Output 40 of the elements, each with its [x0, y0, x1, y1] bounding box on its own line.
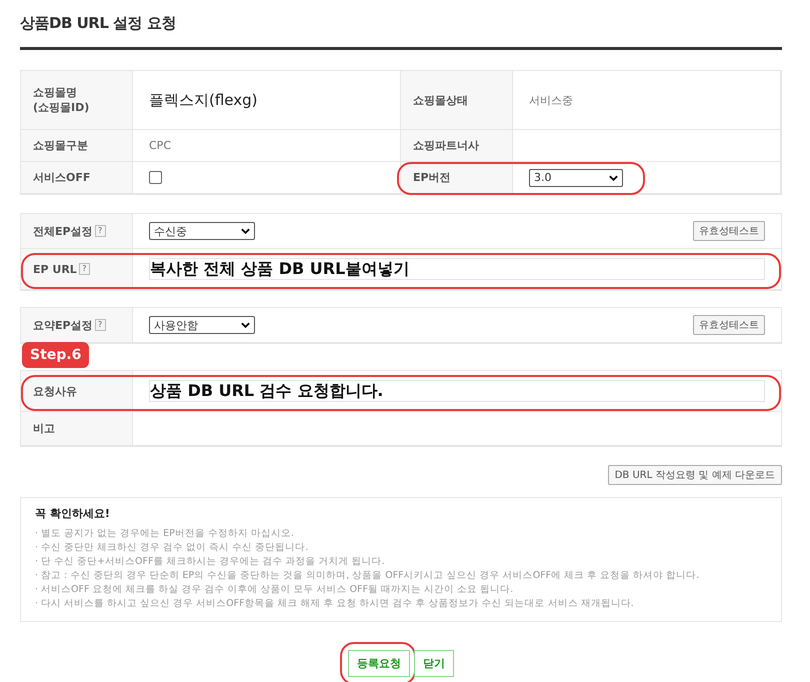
- notice-item: · 참고 : 수신 중단의 경우 단순히 EP의 수신을 중단하는 것을 의미하며, 상품을 OFF시키시고 싶으신 경우 서비스OFF에 체크 후 요청을 하셔야 합니다.: [35, 569, 700, 583]
- notice-title: 꼭 확인하세요!: [35, 506, 111, 521]
- help-button[interactable]: ?: [78, 263, 90, 275]
- version-select[interactable]: 3.0: [529, 168, 623, 186]
- field-label: 쇼핑몰상태: [401, 71, 513, 129]
- setting-select[interactable]: 사용안함: [149, 316, 255, 334]
- field-label: 요청사유: [33, 384, 77, 398]
- caret-icon: [609, 174, 618, 180]
- validity-test-button[interactable]: 유효성테스트: [693, 315, 765, 335]
- page-title: 상품DB URL 설정 요청: [20, 14, 177, 33]
- notice-item: · 수신 중단만 체크하신 경우 검수 없이 즉시 수신 중단됩니다.: [35, 541, 310, 555]
- notice-item: · 다시 서비스를 하시고 싶으신 경우 서비스OFF항목을 체크 해제 후 요청 하시면 검수 후 상품정보가 수신 되는대로 서비스 재개됩니다.: [35, 597, 635, 611]
- field-label: EP버전: [401, 162, 513, 193]
- field-label: 쇼핑몰명 (쇼핑몰ID): [21, 71, 133, 129]
- field-label: 쇼핑파트너사: [401, 130, 513, 161]
- url-input-field[interactable]: 복사한 전체 상품 DB URL붙여넣기: [149, 258, 765, 280]
- service-off-checkbox[interactable]: [149, 171, 162, 184]
- reason-input-field[interactable]: 상품 DB URL 검수 요청합니다.: [149, 380, 765, 402]
- download-guide-button[interactable]: DB URL 작성요령 및 예제 다운로드: [608, 465, 782, 485]
- field-label: 서비스OFF: [21, 162, 133, 193]
- caret-icon: [241, 228, 250, 234]
- action-button[interactable]: 등록요청: [348, 650, 410, 677]
- field-value: CPC: [149, 139, 171, 152]
- caret-icon: [241, 322, 250, 328]
- field-label: 쇼핑몰구분: [21, 130, 133, 161]
- action-button[interactable]: 닫기: [414, 650, 454, 677]
- notice-item: · 서비스OFF 요청에 체크를 하실 경우 검수 이후에 상품이 모두 서비스 OFF될 때까지는 시간이 소요 됩니다.: [35, 583, 514, 597]
- field-label: 비고: [33, 421, 55, 436]
- validity-test-button[interactable]: 유효성테스트: [693, 221, 765, 241]
- field-label: 요약EP설정: [33, 318, 93, 332]
- notice-item: · 별도 공지가 없는 경우에는 EP버전을 수정하지 마십시오.: [35, 527, 295, 541]
- field-label: 전체EP설정: [33, 224, 93, 238]
- field-value: 서비스중: [529, 92, 573, 108]
- setting-select[interactable]: 수신중: [149, 222, 255, 240]
- help-button[interactable]: ?: [94, 225, 106, 237]
- step-badge: Step.6: [22, 342, 90, 368]
- field-label: EP URL: [33, 262, 77, 276]
- help-button[interactable]: ?: [94, 319, 106, 331]
- notice-item: · 단 수신 중단+서비스OFF를 체크하시는 경우에는 검수 과정을 거치게 됩니다.: [35, 555, 386, 569]
- field-value: 플렉스지(flexg): [149, 90, 258, 110]
